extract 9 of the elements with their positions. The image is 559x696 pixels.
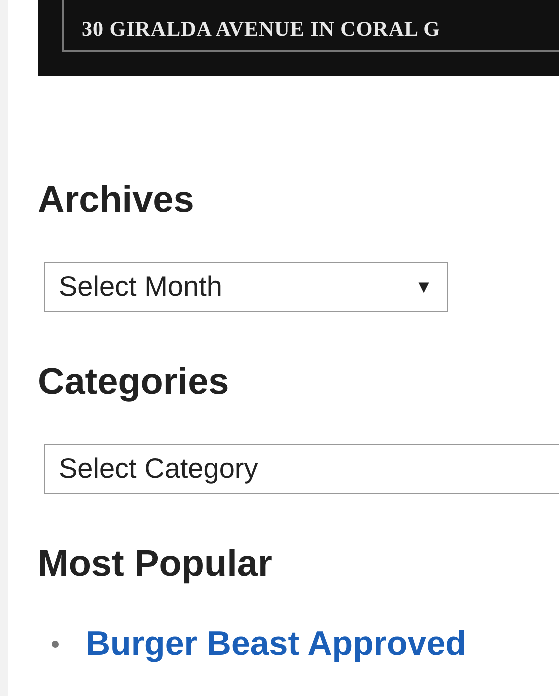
section-heading: Categories: [38, 360, 230, 404]
dropdown-arrow-icon: ▼: [415, 274, 433, 300]
category-select[interactable]: Select Category: [44, 444, 559, 494]
section-heading: Most Popular: [38, 542, 274, 586]
month-select[interactable]: Select Month ▼: [44, 262, 448, 312]
popular-link[interactable]: Burger Beast Approved: [86, 618, 466, 670]
banner-text: 30 GIRALDA AVENUE IN CORAL G: [82, 17, 440, 41]
section-heading: Archives: [38, 178, 196, 222]
bullet-icon: [52, 640, 59, 648]
